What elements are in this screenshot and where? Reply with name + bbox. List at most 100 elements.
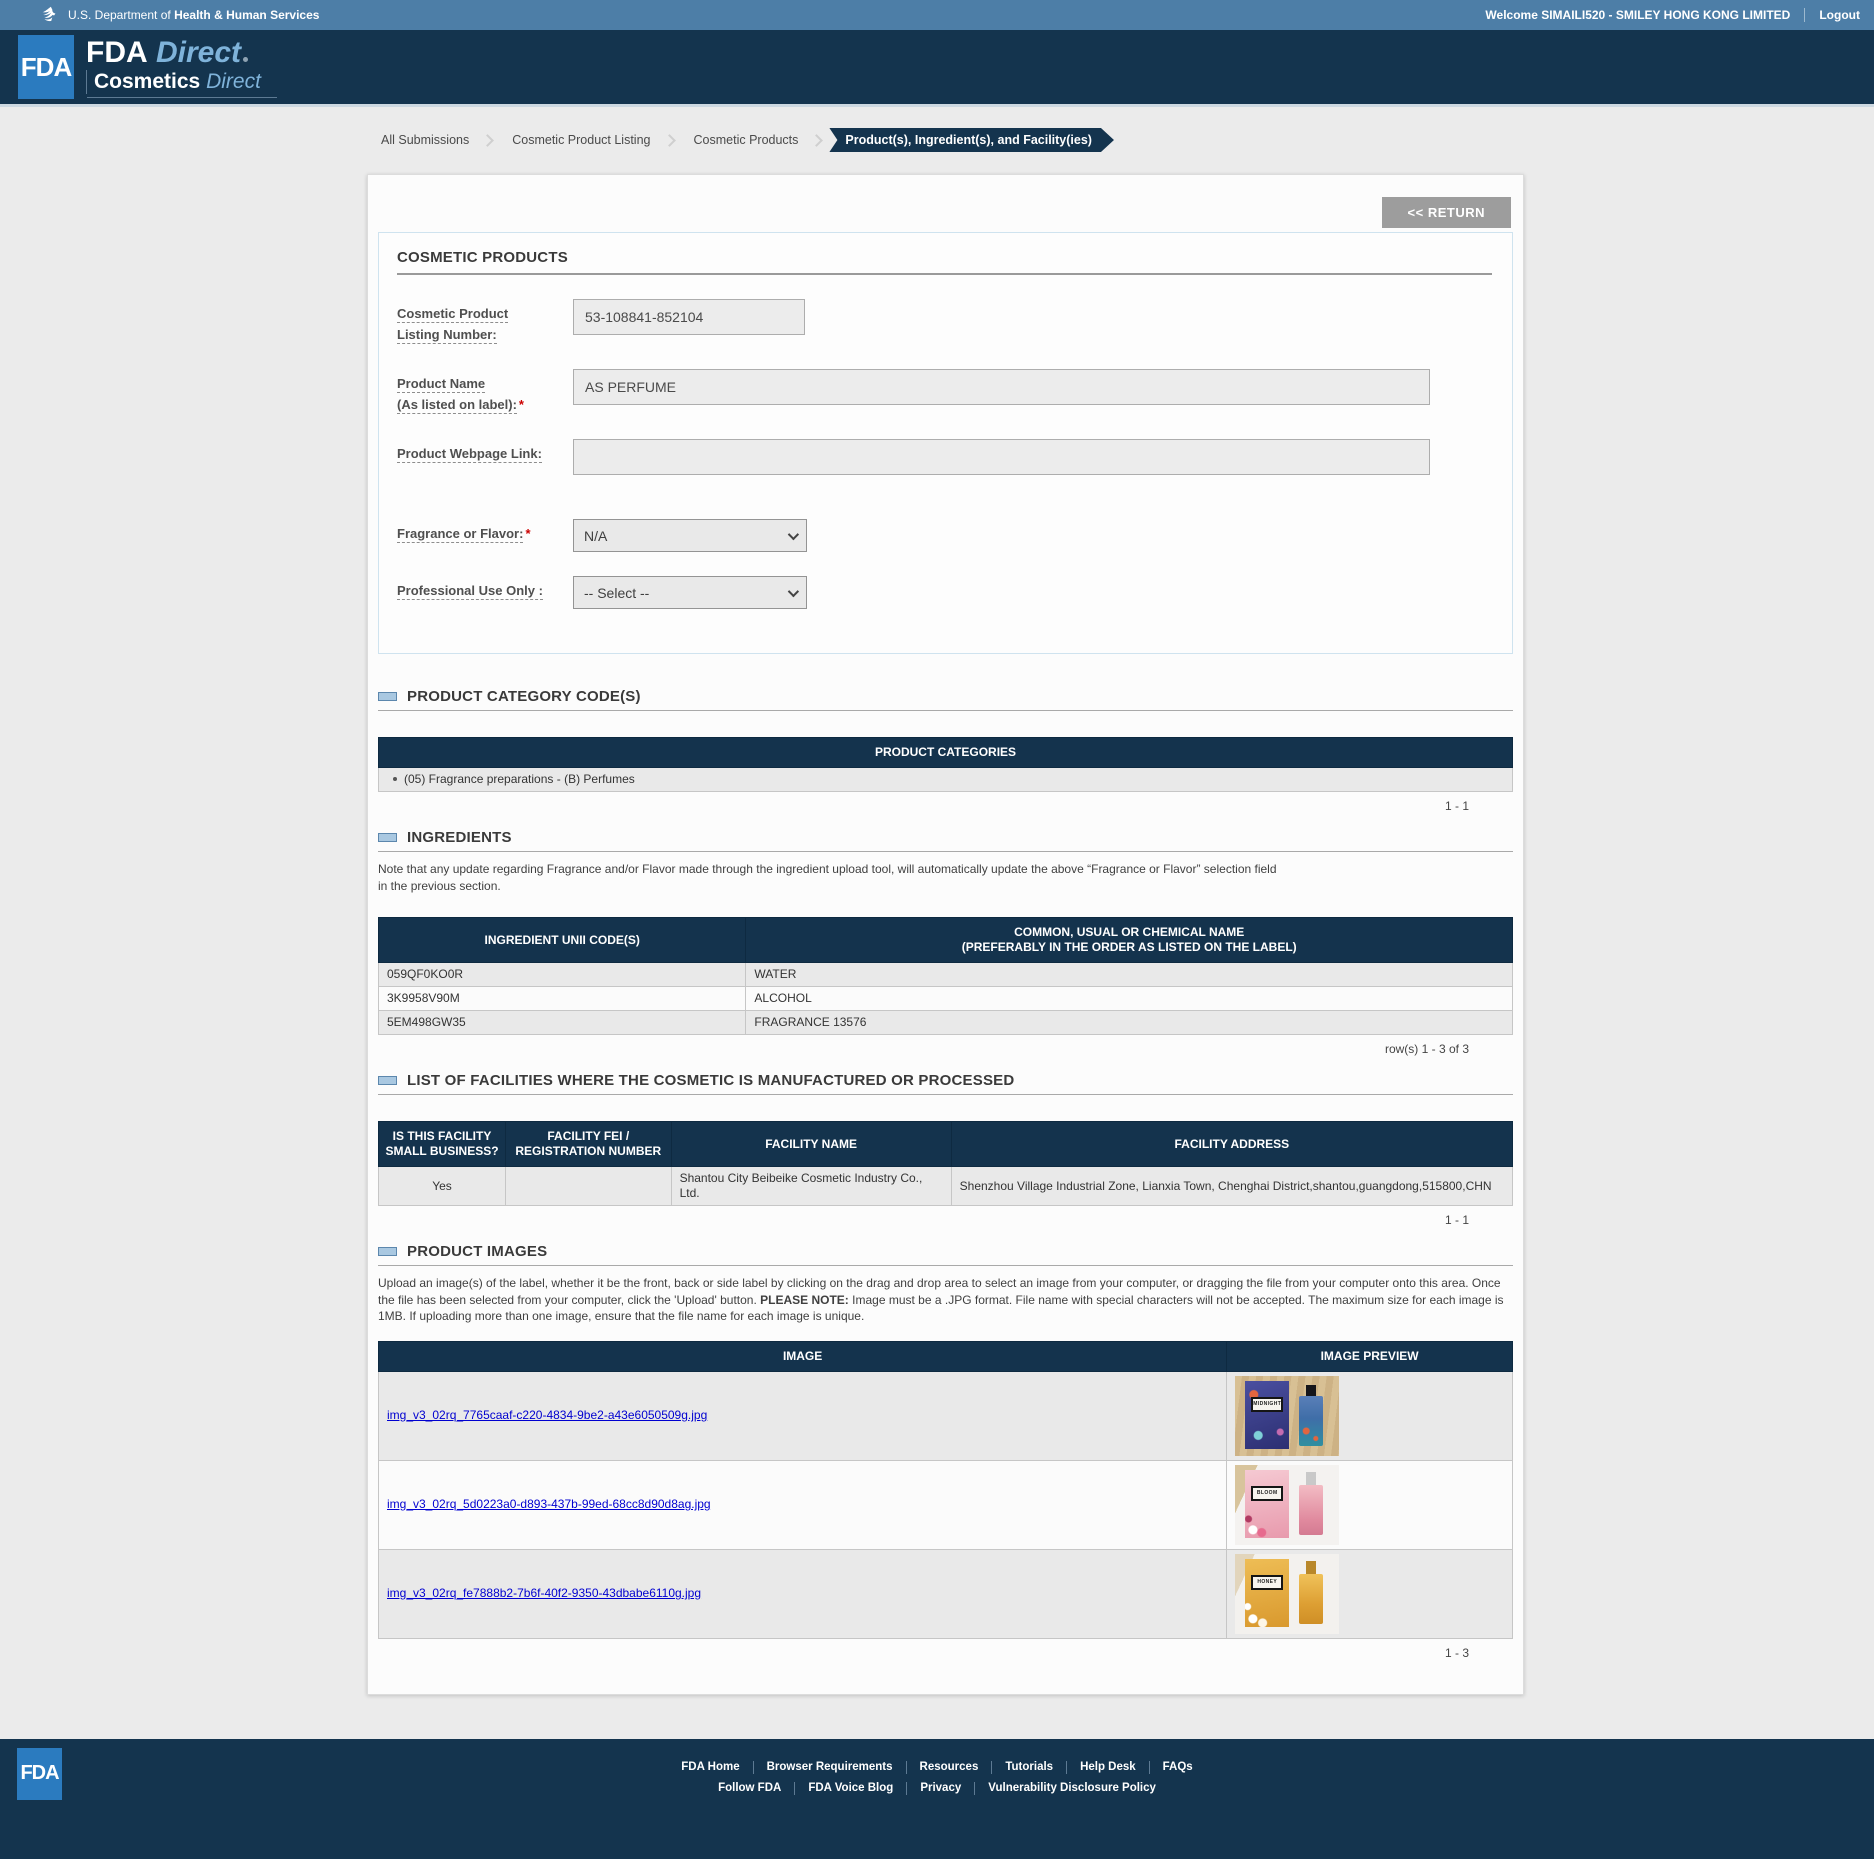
pagination-facilities: 1 - 1 [378, 1206, 1513, 1227]
ingredients-table: INGREDIENT UNII CODE(S) COMMON, USUAL OR… [378, 917, 1513, 1035]
ingredients-note: Note that any update regarding Fragrance… [378, 861, 1513, 895]
image-preview-thumbnail[interactable]: HONEY [1235, 1554, 1339, 1634]
bottle-cap [1306, 1472, 1316, 1485]
bullet-icon [393, 777, 397, 781]
webpage-link-label: Product Webpage Link: [397, 439, 573, 464]
cosmetic-products-form: COSMETIC PRODUCTS Cosmetic Product Listi… [378, 232, 1513, 654]
required-asterisk: * [525, 526, 530, 541]
footer-links-row1: FDA Home Browser Requirements Resources … [0, 1761, 1874, 1774]
perfume-bottle [1299, 1485, 1323, 1535]
column-header-product-categories: PRODUCT CATEGORIES [379, 738, 1513, 768]
listing-number-label: Cosmetic Product Listing Number: [397, 299, 573, 345]
fda-footer-logo: FDA [17, 1748, 62, 1800]
product-name-label: Product Name (As listed on label):* [397, 369, 573, 415]
breadcrumb-cosmetic-product-listing[interactable]: Cosmetic Product Listing [506, 129, 656, 151]
perfume-label: HONEY [1251, 1575, 1283, 1590]
fda-logo: FDA [18, 35, 74, 99]
main-panel: << RETURN COSMETIC PRODUCTS Cosmetic Pro… [367, 174, 1524, 1695]
column-header-image-preview: IMAGE PREVIEW [1227, 1341, 1513, 1371]
image-file-link[interactable]: img_v3_02rq_fe7888b2-7b6f-40f2-9350-43db… [387, 1586, 701, 1600]
perfume-bottle [1299, 1396, 1323, 1446]
decor-dot [243, 57, 248, 62]
footer-link-vulnerability-disclosure[interactable]: Vulnerability Disclosure Policy [975, 1782, 1169, 1795]
footer-link-faqs[interactable]: FAQs [1150, 1761, 1206, 1774]
listing-number-input[interactable]: 53-108841-852104 [573, 299, 805, 335]
perfume-label: BLOOM [1251, 1486, 1283, 1501]
perfume-box: MIDNIGHT [1245, 1381, 1289, 1449]
app-title: FDA Direct [86, 38, 261, 68]
utility-bar: U.S. Department of Health & Human Servic… [0, 0, 1874, 30]
table-row: 059QF0KO0RWATER [379, 963, 1513, 987]
column-header-small-business: IS THIS FACILITYSMALL BUSINESS? [379, 1122, 506, 1167]
perfume-label: MIDNIGHT [1251, 1397, 1283, 1412]
bottle-cap [1306, 1385, 1316, 1396]
welcome-text: Welcome SIMAILI520 - SMILEY HONG KONG LI… [1485, 8, 1790, 22]
form-title: COSMETIC PRODUCTS [397, 249, 1492, 275]
fragrance-or-flavor-select[interactable]: N/A [573, 519, 807, 552]
footer-link-tutorials[interactable]: Tutorials [992, 1761, 1067, 1774]
footer-link-fda-voice-blog[interactable]: FDA Voice Blog [795, 1782, 907, 1795]
footer-link-resources[interactable]: Resources [907, 1761, 993, 1774]
bottle-cap [1306, 1561, 1316, 1574]
return-button[interactable]: << RETURN [1382, 197, 1511, 228]
required-asterisk: * [519, 397, 524, 412]
collapse-icon[interactable] [378, 692, 397, 701]
table-row: 3K9958V90MALCOHOL [379, 987, 1513, 1011]
column-header-chemical-name: COMMON, USUAL OR CHEMICAL NAME (PREFERAB… [746, 918, 1513, 963]
perfume-box: BLOOM [1245, 1470, 1289, 1538]
chevron-right-icon [663, 134, 676, 147]
webpage-link-input[interactable] [573, 439, 1430, 475]
breadcrumb-cosmetic-products[interactable]: Cosmetic Products [688, 129, 805, 151]
table-row: Yes Shantou City Beibeike Cosmetic Indus… [379, 1167, 1513, 1206]
app-subtitle: Cosmetics Direct [86, 70, 261, 94]
breadcrumb-all-submissions[interactable]: All Submissions [375, 129, 475, 151]
footer-link-help-desk[interactable]: Help Desk [1067, 1761, 1150, 1774]
chevron-right-icon [811, 134, 824, 147]
product-category-section: PRODUCT CATEGORY CODE(S) PRODUCT CATEGOR… [378, 688, 1513, 813]
collapse-icon[interactable] [378, 1076, 397, 1085]
footer: FDA FDA Home Browser Requirements Resour… [0, 1739, 1874, 1859]
fragrance-or-flavor-value: N/A [584, 528, 607, 544]
section-title-product-category: PRODUCT CATEGORY CODE(S) [407, 688, 641, 705]
professional-use-select[interactable]: -- Select -- [573, 576, 807, 609]
collapse-icon[interactable] [378, 833, 397, 842]
collapse-icon[interactable] [378, 1247, 397, 1256]
field-row-professional-use: Professional Use Only : -- Select -- [397, 576, 1492, 609]
image-file-link[interactable]: img_v3_02rq_5d0223a0-d893-437b-99ed-68cc… [387, 1497, 711, 1511]
column-header-facility-address: FACILITY ADDRESS [951, 1122, 1512, 1167]
logout-link[interactable]: Logout [1804, 8, 1860, 22]
facilities-table: IS THIS FACILITYSMALL BUSINESS? FACILITY… [378, 1121, 1513, 1206]
column-header-image: IMAGE [379, 1341, 1227, 1371]
product-name-input[interactable]: AS PERFUME [573, 369, 1430, 405]
professional-use-label: Professional Use Only : [397, 576, 573, 601]
footer-link-privacy[interactable]: Privacy [907, 1782, 975, 1795]
app-header: FDA FDA Direct Cosmetics Direct [0, 30, 1874, 107]
image-file-link[interactable]: img_v3_02rq_7765caaf-c220-4834-9be2-a43e… [387, 1408, 707, 1422]
pagination-categories: 1 - 1 [378, 792, 1513, 813]
column-header-facility-name: FACILITY NAME [671, 1122, 951, 1167]
table-row: img_v3_02rq_5d0223a0-d893-437b-99ed-68cc… [379, 1460, 1513, 1549]
field-row-product-name: Product Name (As listed on label):* AS P… [397, 369, 1492, 415]
ingredients-section: INGREDIENTS Note that any update regardi… [378, 829, 1513, 1056]
image-preview-thumbnail[interactable]: MIDNIGHT [1235, 1376, 1339, 1456]
product-images-section: PRODUCT IMAGES Upload an image(s) of the… [378, 1243, 1513, 1660]
table-row: img_v3_02rq_7765caaf-c220-4834-9be2-a43e… [379, 1371, 1513, 1460]
pagination-ingredients: row(s) 1 - 3 of 3 [378, 1035, 1513, 1056]
breadcrumb-active-product-ingredient-facility: Product(s), Ingredient(s), and Facility(… [829, 128, 1114, 152]
column-header-unii-code: INGREDIENT UNII CODE(S) [379, 918, 746, 963]
image-preview-thumbnail[interactable]: BLOOM [1235, 1465, 1339, 1545]
footer-link-browser-requirements[interactable]: Browser Requirements [754, 1761, 907, 1774]
product-categories-table: PRODUCT CATEGORIES (05) Fragrance prepar… [378, 737, 1513, 792]
chevron-down-icon [788, 528, 799, 539]
table-row: img_v3_02rq_fe7888b2-7b6f-40f2-9350-43db… [379, 1549, 1513, 1638]
breadcrumb: All Submissions Cosmetic Product Listing… [375, 129, 1874, 151]
chevron-down-icon [788, 585, 799, 596]
footer-link-fda-home[interactable]: FDA Home [668, 1761, 753, 1774]
hhs-eagle-icon [38, 4, 60, 26]
section-title-facilities: LIST OF FACILITIES WHERE THE COSMETIC IS… [407, 1072, 1014, 1089]
footer-link-follow-fda[interactable]: Follow FDA [705, 1782, 795, 1795]
upload-instructions: Upload an image(s) of the label, whether… [378, 1275, 1513, 1325]
fragrance-or-flavor-label: Fragrance or Flavor:* [397, 519, 573, 544]
footer-links-row2: Follow FDA FDA Voice Blog Privacy Vulner… [0, 1782, 1874, 1795]
professional-use-value: -- Select -- [584, 585, 649, 601]
